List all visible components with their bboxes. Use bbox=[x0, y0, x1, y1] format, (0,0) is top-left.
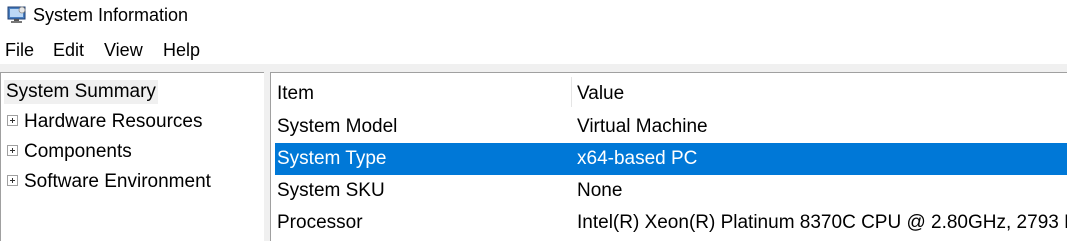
window-title: System Information bbox=[33, 5, 189, 25]
system-information-window: System Information File Edit View Help S… bbox=[0, 0, 1067, 241]
column-divider[interactable] bbox=[571, 77, 572, 107]
column-header-value[interactable]: Value bbox=[577, 82, 624, 106]
menu-edit[interactable]: Edit bbox=[53, 39, 84, 61]
table-row[interactable]: System SKU None bbox=[275, 175, 1067, 207]
menu-bar: File Edit View Help bbox=[0, 37, 1067, 63]
table-row[interactable]: System Type x64-based PC bbox=[275, 143, 1067, 175]
expand-components-icon[interactable] bbox=[7, 145, 18, 156]
table-row[interactable]: System Model Virtual Machine bbox=[275, 111, 1067, 143]
list-header: Item Value bbox=[271, 73, 1067, 110]
tree-item-software-environment[interactable]: Software Environment bbox=[24, 170, 211, 194]
menu-view[interactable]: View bbox=[104, 39, 143, 61]
row-item: System Type bbox=[277, 148, 387, 169]
row-item: System SKU bbox=[277, 180, 385, 201]
category-tree[interactable]: System Summary Hardware Resources Compon… bbox=[0, 72, 264, 241]
system-information-icon bbox=[7, 6, 26, 23]
column-header-item[interactable]: Item bbox=[277, 82, 314, 106]
row-item: Processor bbox=[277, 212, 363, 233]
tree-item-system-summary[interactable]: System Summary bbox=[4, 80, 158, 104]
row-value: x64-based PC bbox=[577, 148, 698, 169]
tree-item-components[interactable]: Components bbox=[24, 140, 132, 164]
row-value: Virtual Machine bbox=[577, 116, 708, 137]
expand-hardware-resources-icon[interactable] bbox=[7, 115, 18, 126]
toolbar-separator bbox=[0, 64, 1067, 72]
row-value: Intel(R) Xeon(R) Platinum 8370C CPU @ 2.… bbox=[577, 212, 1067, 233]
row-value: None bbox=[577, 180, 623, 201]
row-item: System Model bbox=[277, 116, 398, 137]
details-list: Item Value System Model Virtual Machine … bbox=[270, 72, 1067, 241]
menu-help[interactable]: Help bbox=[163, 39, 200, 61]
table-row[interactable]: Processor Intel(R) Xeon(R) Platinum 8370… bbox=[275, 207, 1067, 239]
expand-software-environment-icon[interactable] bbox=[7, 175, 18, 186]
title-bar[interactable]: System Information bbox=[0, 0, 1067, 31]
menu-file[interactable]: File bbox=[5, 39, 34, 61]
tree-item-hardware-resources[interactable]: Hardware Resources bbox=[24, 110, 202, 134]
